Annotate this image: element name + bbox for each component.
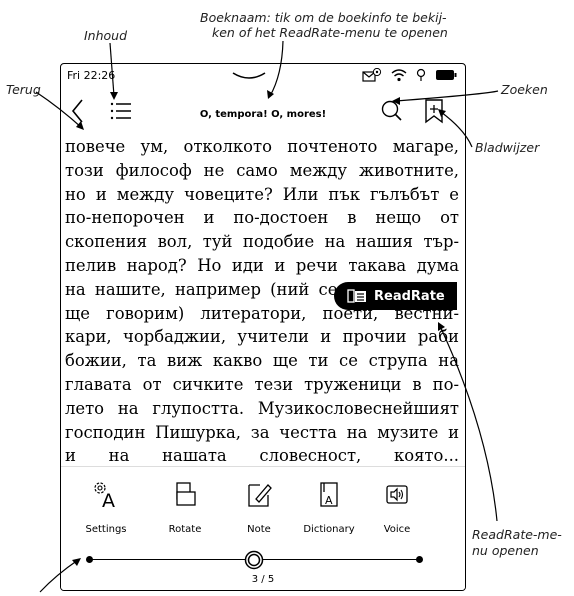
arrow-bladwijzer <box>438 109 446 117</box>
leader-readrate <box>439 325 498 522</box>
arrow-terug <box>76 121 84 130</box>
arrow-slider <box>72 558 81 566</box>
arrow-inhoud <box>110 92 118 100</box>
leader-inhoud <box>109 42 115 97</box>
leader-boeknaam <box>269 40 284 97</box>
leader-zoeken <box>395 90 499 102</box>
leader-slider <box>39 559 79 593</box>
arrow-zoeken <box>392 97 400 105</box>
callout-leader-lines <box>35 40 499 593</box>
leader-terug <box>35 91 83 129</box>
leader-bladwijzer <box>440 111 473 148</box>
